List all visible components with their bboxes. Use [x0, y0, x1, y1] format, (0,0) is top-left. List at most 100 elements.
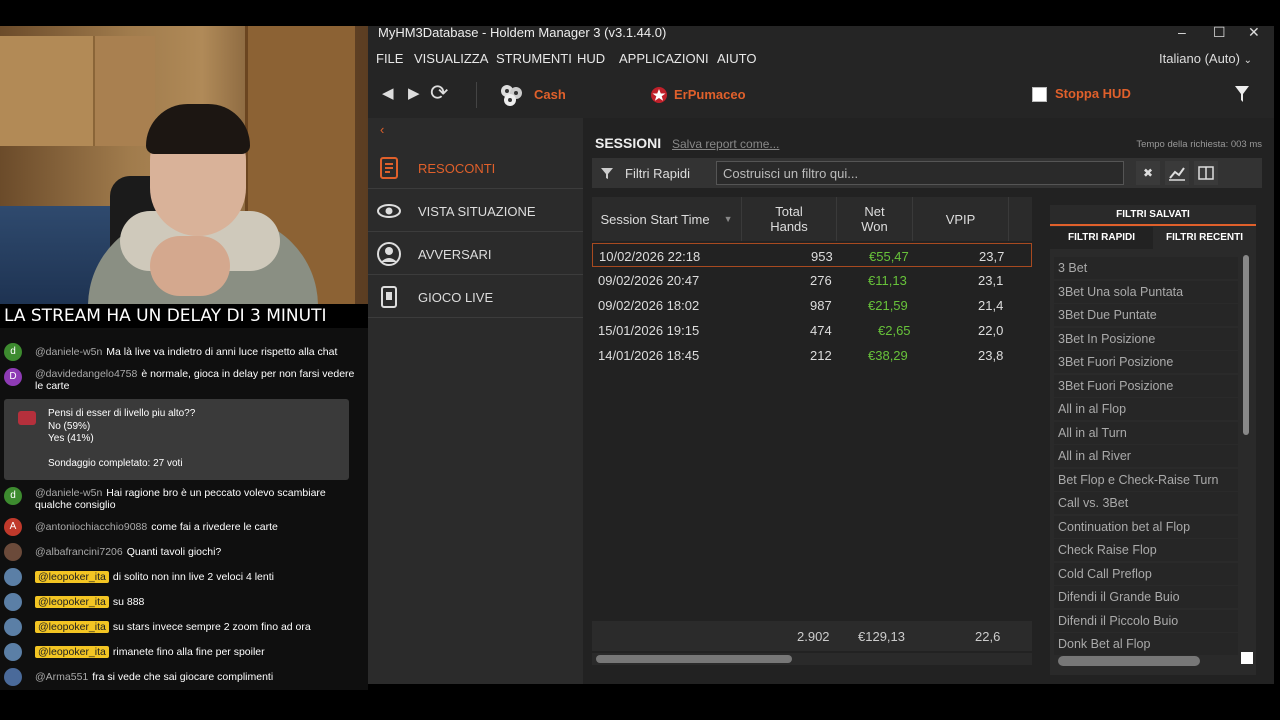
- filter-funnel-icon[interactable]: [1234, 84, 1250, 104]
- filter-item[interactable]: 3Bet Una sola Puntata: [1054, 280, 1238, 303]
- poker-chips-icon: [501, 85, 522, 106]
- chat-username[interactable]: @leopoker_ita: [35, 646, 109, 658]
- chat-username[interactable]: @leopoker_ita: [35, 571, 109, 583]
- total-hands: 2.902: [797, 629, 830, 644]
- back-button[interactable]: ◀: [382, 84, 394, 102]
- poll-option: No (59%): [48, 420, 91, 432]
- page-title: SESSIONI: [595, 135, 662, 151]
- player-selector[interactable]: ErPumaceo: [674, 87, 746, 102]
- chat-text: di solito non inn live 2 veloci 4 lenti: [112, 571, 274, 583]
- filter-item[interactable]: Bet Flop e Check-Raise Turn: [1054, 468, 1238, 491]
- clear-filter-button[interactable]: ✖: [1136, 161, 1160, 185]
- nav-label: AVVERSARI: [418, 247, 492, 262]
- device-icon: [381, 286, 397, 308]
- cash-game-selector[interactable]: Cash: [534, 87, 566, 102]
- table-row[interactable]: 09/02/2026 20:47 276 €11,13 23,1: [592, 268, 1032, 292]
- chat-username[interactable]: @daniele-w5n: [35, 346, 102, 358]
- avatar: D: [4, 368, 22, 386]
- quick-filters-button[interactable]: Filtri Rapidi: [625, 166, 690, 181]
- filter-item[interactable]: All in al Flop: [1054, 398, 1238, 420]
- col-header-vpip[interactable]: VPIP: [913, 197, 1009, 241]
- col-header-won[interactable]: Net Won: [837, 197, 913, 241]
- horizontal-scrollbar[interactable]: [1058, 656, 1200, 666]
- menu-visualizza[interactable]: VISUALIZZA: [414, 51, 488, 66]
- chat-username[interactable]: @antoniochiacchio9088: [35, 521, 147, 533]
- filter-item[interactable]: Cold Call Preflop: [1054, 562, 1238, 585]
- filter-item[interactable]: Continuation bet al Flop: [1054, 515, 1238, 538]
- nav-item-avversari[interactable]: AVVERSARI: [368, 232, 583, 275]
- live-chat: d @daniele-w5n Ma là live va indietro di …: [0, 328, 368, 690]
- menu-aiuto[interactable]: AIUTO: [717, 51, 757, 66]
- close-button[interactable]: ✕: [1248, 24, 1260, 41]
- cell-won: €55,47: [869, 249, 909, 264]
- maximize-button[interactable]: ☐: [1213, 24, 1226, 41]
- chat-username[interactable]: @daniele-w5n: [35, 487, 102, 499]
- line-chart-icon: [1169, 167, 1185, 181]
- saved-filters-title: FILTRI SALVATI: [1050, 205, 1256, 226]
- chat-username[interactable]: @davidedangelo4758: [35, 368, 137, 380]
- chart-view-button[interactable]: [1165, 161, 1189, 185]
- col-header-start[interactable]: Session Start Time ▼: [592, 197, 742, 241]
- minimize-button[interactable]: –: [1178, 24, 1186, 40]
- stop-hud-checkbox[interactable]: [1032, 87, 1047, 102]
- table-row[interactable]: 10/02/2026 22:18 953 €55,47 23,7: [592, 243, 1032, 267]
- table-row[interactable]: 15/01/2026 19:15 474 €2,65 22,0: [592, 318, 1032, 342]
- cell-start: 10/02/2026 22:18: [599, 249, 701, 264]
- menu-strumenti[interactable]: STRUMENTI: [496, 51, 572, 66]
- refresh-button[interactable]: ⟳: [430, 80, 448, 106]
- table-header: Session Start Time ▼ Total Hands Net Won …: [592, 197, 1032, 241]
- scroll-thumb[interactable]: [1243, 255, 1249, 435]
- tab-quick-filters[interactable]: FILTRI RAPIDI: [1050, 227, 1153, 249]
- menu-applicazioni[interactable]: APPLICAZIONI: [619, 51, 709, 66]
- filter-item[interactable]: Donk Bet al Flop: [1054, 633, 1238, 655]
- cell-start: 14/01/2026 18:45: [598, 348, 700, 363]
- chat-text: su stars invece sempre 2 zoom fino ad or…: [112, 621, 311, 633]
- toolbar-divider: [476, 82, 477, 108]
- menu-hud[interactable]: HUD: [577, 51, 605, 66]
- filter-item[interactable]: Difendi il Piccolo Buio: [1054, 609, 1238, 632]
- nav-item-resoconti[interactable]: RESOCONTI: [368, 146, 583, 189]
- nav-item-vista-situazione[interactable]: VISTA SITUAZIONE: [368, 189, 583, 232]
- nav-item-gioco-live[interactable]: GIOCO LIVE: [368, 275, 583, 318]
- filter-item[interactable]: 3 Bet: [1054, 257, 1238, 279]
- poll-card: Pensi di esser di livello piu alto?? No …: [4, 399, 349, 480]
- filter-item[interactable]: All in al River: [1054, 445, 1238, 467]
- table-row[interactable]: 14/01/2026 18:45 212 €38,29 23,8: [592, 343, 1032, 367]
- forward-button[interactable]: ▶: [408, 84, 420, 102]
- filter-item[interactable]: Call vs. 3Bet: [1054, 492, 1238, 514]
- chevron-down-icon: ⌄: [1243, 55, 1252, 66]
- avatar: [4, 643, 22, 661]
- save-report-link[interactable]: Salva report come...: [672, 137, 779, 151]
- toolbar: ◀ ▶ ⟳ Cash ErPumaceo Stoppa HUD: [368, 78, 1274, 112]
- webcam-feed: [0, 26, 368, 304]
- saved-filters-panel: FILTRI SALVATI FILTRI RAPIDI FILTRI RECE…: [1050, 205, 1256, 675]
- cell-vpip: 23,8: [978, 348, 1004, 363]
- filter-item[interactable]: 3Bet Fuori Posizione: [1054, 374, 1238, 397]
- tab-recent-filters[interactable]: FILTRI RECENTI: [1153, 227, 1256, 249]
- menu-file[interactable]: FILE: [376, 51, 403, 66]
- table-row[interactable]: 09/02/2026 18:02 987 €21,59 21,4: [592, 293, 1032, 317]
- col-header-hands[interactable]: Total Hands: [742, 197, 837, 241]
- filter-item[interactable]: 3Bet In Posizione: [1054, 327, 1238, 350]
- sessions-panel: SESSIONI Salva report come... Tempo dell…: [583, 118, 1274, 684]
- filter-item[interactable]: 3Bet Due Puntate: [1054, 304, 1238, 326]
- cell-hands: 212: [810, 348, 832, 363]
- filter-item[interactable]: Check Raise Flop: [1054, 539, 1238, 561]
- columns-view-button[interactable]: [1194, 161, 1218, 185]
- collapse-nav-arrow[interactable]: ‹: [380, 122, 384, 137]
- chat-username[interactable]: @albafrancini7206: [35, 546, 123, 558]
- language-select[interactable]: Italiano (Auto) ⌄: [1159, 51, 1252, 66]
- chat-username[interactable]: @Arma551: [35, 671, 88, 683]
- filter-item[interactable]: Difendi il Grande Buio: [1054, 586, 1238, 608]
- filter-item[interactable]: 3Bet Fuori Posizione: [1054, 351, 1238, 373]
- chat-username[interactable]: @leopoker_ita: [35, 621, 109, 633]
- vertical-scrollbar[interactable]: [1241, 255, 1251, 435]
- horizontal-scrollbar[interactable]: [592, 653, 1032, 665]
- avatar: [4, 543, 22, 561]
- filter-input[interactable]: [716, 161, 1124, 185]
- stop-hud-label[interactable]: Stoppa HUD: [1055, 86, 1131, 101]
- filter-item[interactable]: All in al Turn: [1054, 421, 1238, 444]
- chat-username[interactable]: @leopoker_ita: [35, 596, 109, 608]
- cell-won: €2,65: [878, 323, 911, 338]
- scroll-thumb[interactable]: [596, 655, 792, 663]
